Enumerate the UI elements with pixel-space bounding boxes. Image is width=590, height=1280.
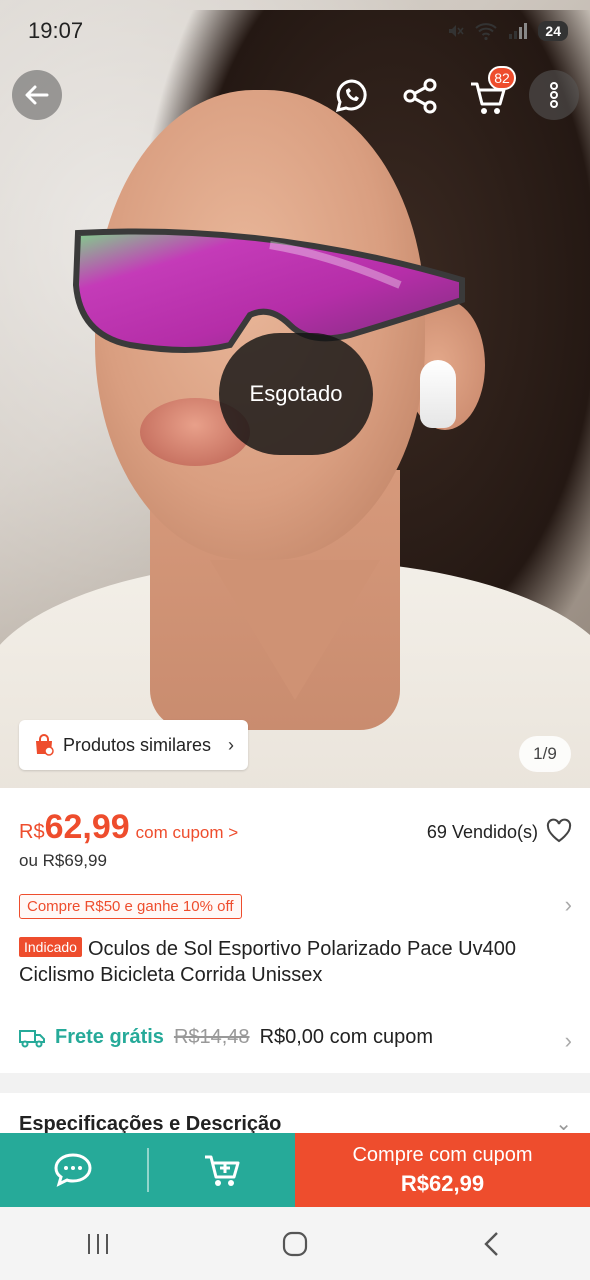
mute-icon <box>449 25 465 37</box>
image-earbud <box>420 360 456 428</box>
chat-icon <box>54 1153 92 1187</box>
product-title-text: Oculos de Sol Esportivo Polarizado Pace … <box>19 938 516 986</box>
battery-indicator: 24 <box>538 21 568 41</box>
buy-button-price: R$62,99 <box>400 1170 485 1196</box>
heart-icon[interactable] <box>546 818 572 844</box>
share-icon <box>403 78 437 114</box>
signal-icon <box>509 23 528 39</box>
shipping-new-price: R$0,00 com cupom <box>259 1026 433 1048</box>
home-icon <box>282 1231 308 1256</box>
chevron-right-icon[interactable]: › <box>565 1028 572 1054</box>
image-pager: 1/9 <box>519 736 571 772</box>
chevron-right-icon: › <box>228 734 234 755</box>
buy-button-label: Compre com cupom <box>352 1143 533 1166</box>
add-to-cart-icon <box>204 1155 240 1186</box>
product-title: Indicado Oculos de Sol Esportivo Polariza… <box>19 936 574 988</box>
price-value: 62,99 <box>44 808 130 846</box>
chat-button[interactable] <box>0 1133 147 1207</box>
sold-out-badge: Esgotado <box>219 333 373 455</box>
product-page: 19:07 24 82 Esgotado Produtos similares … <box>0 0 590 1280</box>
price-currency: R$ <box>19 821 45 843</box>
similar-products-button[interactable]: Produtos similares › <box>19 720 248 770</box>
truck-icon <box>19 1029 45 1047</box>
back-button[interactable] <box>12 70 62 120</box>
product-info: R$ 62,99 com cupom > 69 Vendido(s) ou R$… <box>0 788 590 1073</box>
coupon-link[interactable]: com cupom > <box>136 823 239 843</box>
status-time: 19:07 <box>28 18 84 43</box>
arrow-left-icon <box>25 85 49 105</box>
indicado-tag: Indicado <box>19 937 82 957</box>
promo-badge[interactable]: Compre R$50 e ganhe 10% off <box>19 894 242 919</box>
similar-products-label: Produtos similares <box>63 734 212 755</box>
price-row: R$ 62,99 com cupom > <box>19 808 238 847</box>
cart-button[interactable]: 82 <box>464 66 516 122</box>
shipping-row[interactable]: Frete grátis R$14,48 R$0,00 com cupom <box>19 1026 433 1049</box>
free-shipping-label: Frete grátis <box>55 1026 164 1048</box>
system-back-button[interactable] <box>462 1214 522 1274</box>
original-price: ou R$69,99 <box>19 851 107 870</box>
buy-with-coupon-button[interactable]: Compre com cupom R$62,99 <box>295 1133 590 1207</box>
whatsapp-share-button[interactable] <box>328 72 376 120</box>
share-button[interactable] <box>396 72 444 120</box>
wifi-icon <box>475 23 498 41</box>
more-options-button[interactable] <box>529 70 579 120</box>
chevron-right-icon[interactable]: › <box>565 892 572 918</box>
status-icons: 24 <box>446 21 568 41</box>
system-nav-bar <box>0 1207 590 1280</box>
home-button[interactable] <box>265 1214 325 1274</box>
cart-count-badge: 82 <box>488 66 516 90</box>
shipping-old-price: R$14,48 <box>173 1026 250 1048</box>
add-to-cart-button[interactable] <box>149 1133 296 1207</box>
chevron-left-icon <box>483 1231 498 1256</box>
shopping-bag-icon <box>36 734 54 756</box>
sold-count: 69 Vendido(s) <box>426 822 538 842</box>
action-bar-left <box>0 1133 295 1207</box>
status-bar: 19:07 24 <box>0 0 590 62</box>
more-vertical-icon <box>550 82 558 108</box>
whatsapp-icon <box>335 79 367 113</box>
recent-apps-button[interactable] <box>68 1214 128 1274</box>
recent-apps-icon <box>88 1233 109 1254</box>
bottom-action-bar: Compre com cupom R$62,99 <box>0 1133 590 1207</box>
